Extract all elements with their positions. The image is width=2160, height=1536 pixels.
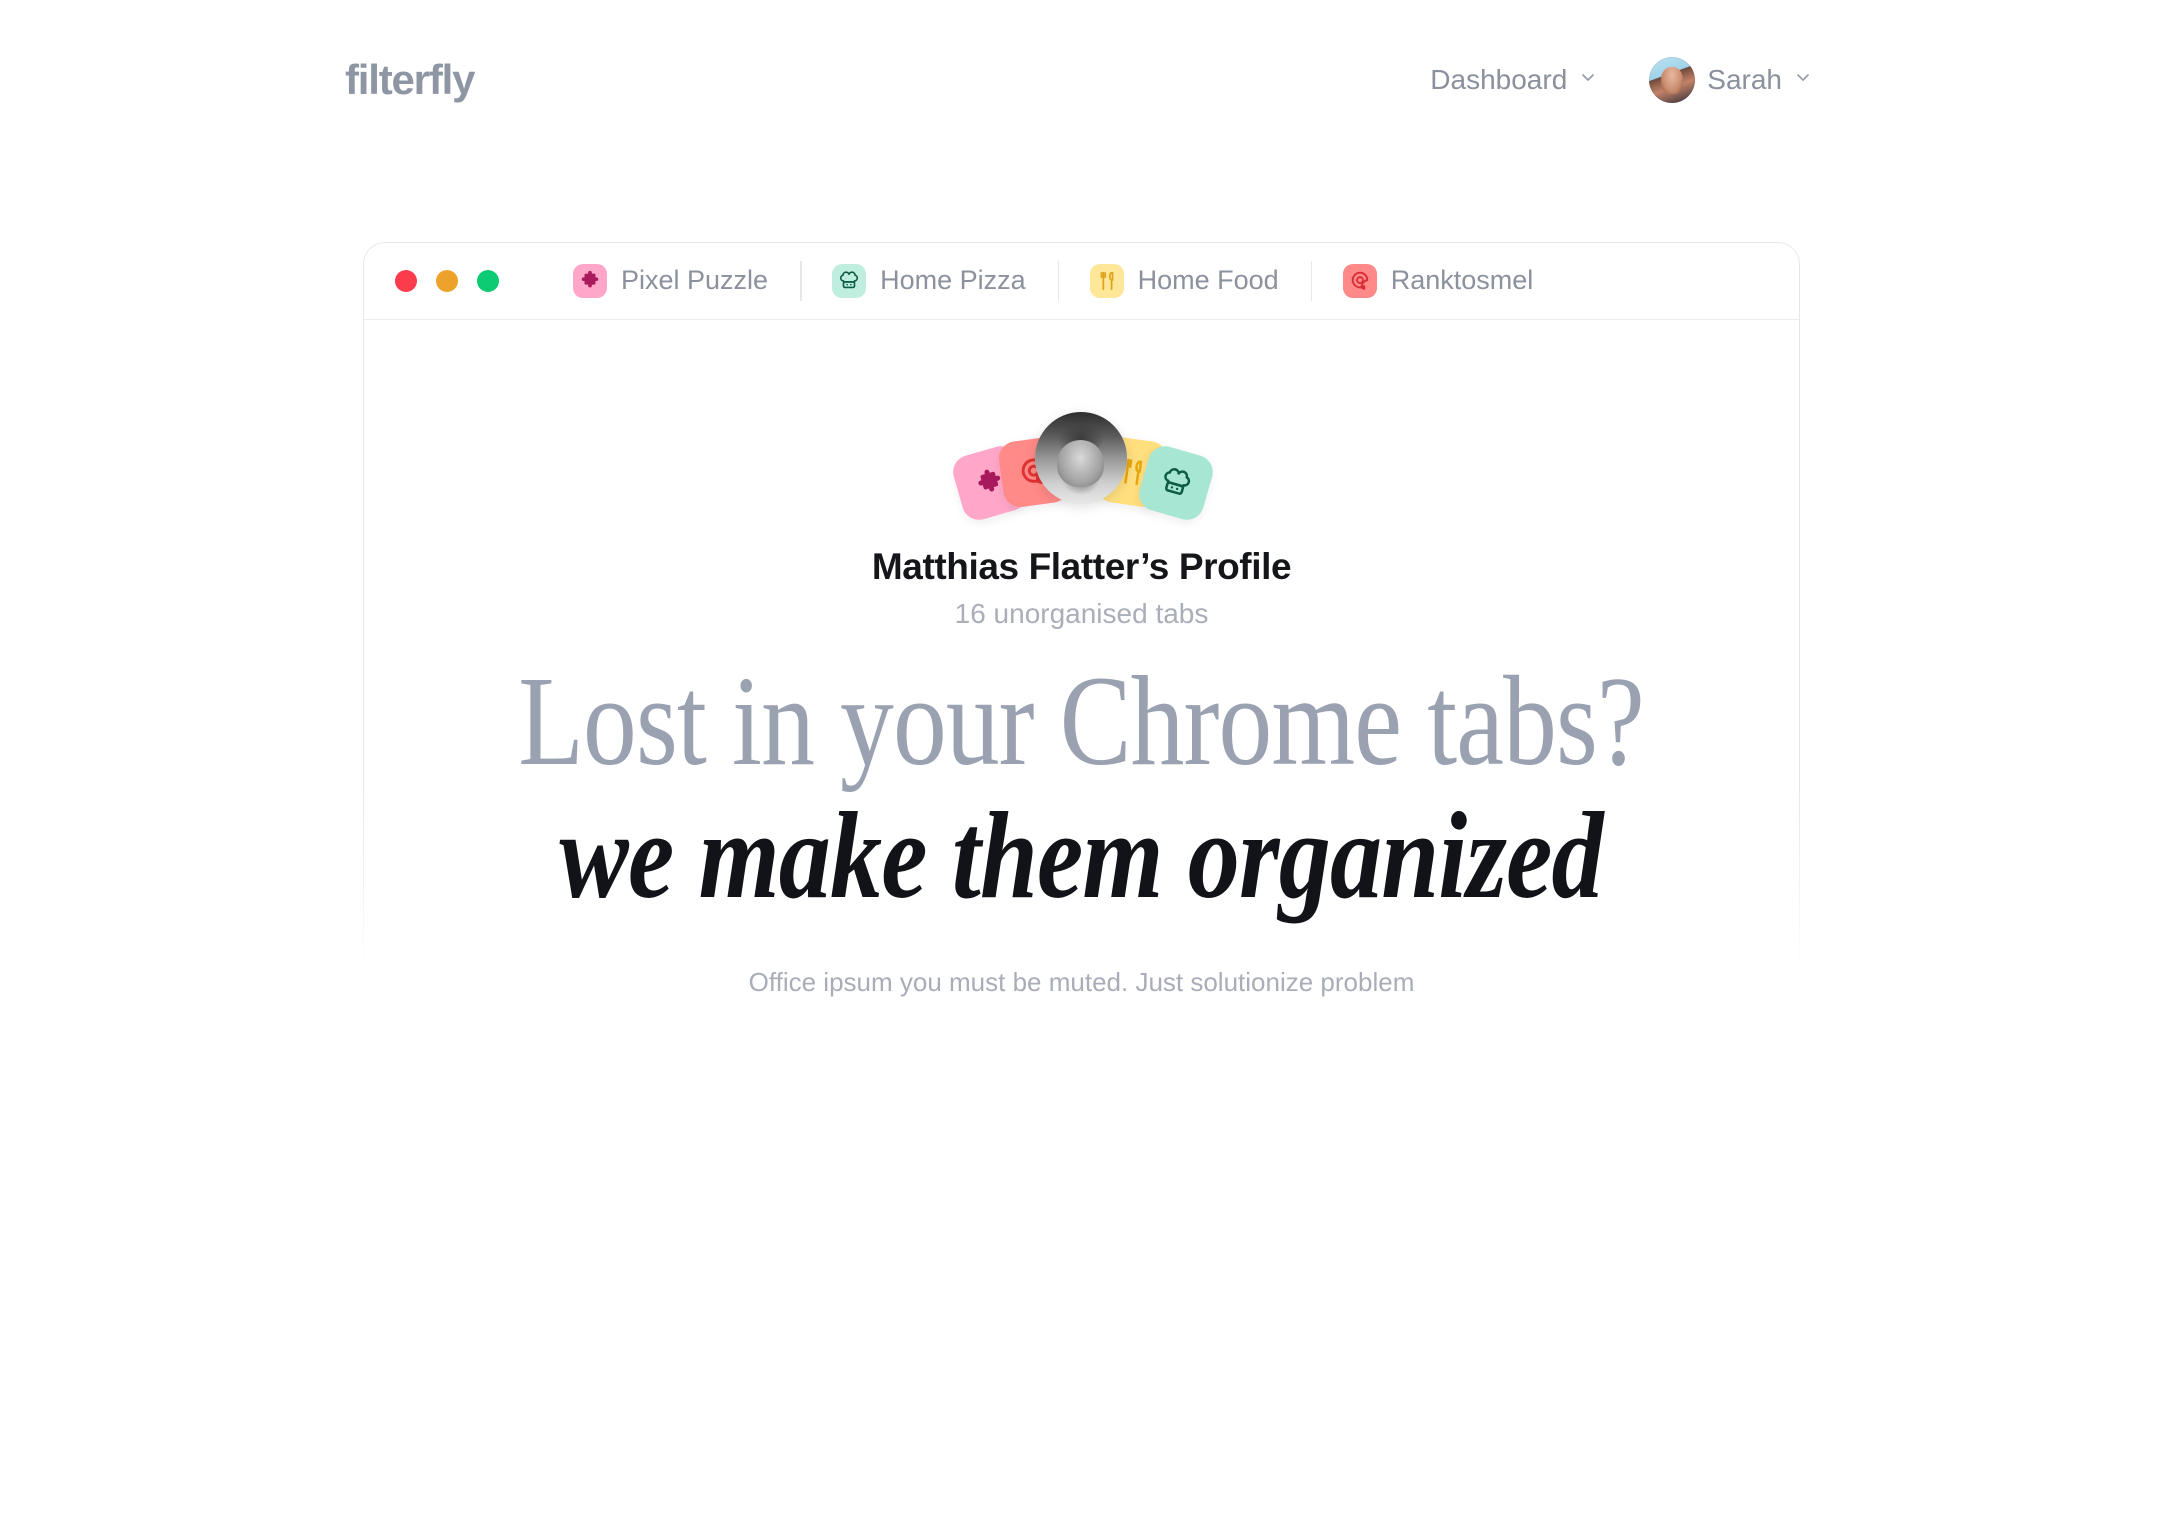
profile-subtitle: 16 unorganised tabs [954,598,1209,629]
profile-name: Matthias Flatter’s Profile [871,546,1292,587]
browser-tab-bar: Pixel Puzzle Home Pizza Home Food Rankto… [363,242,1800,320]
close-icon[interactable] [395,269,417,292]
chevron-down-icon [1579,68,1597,86]
browser-tab-home-food[interactable]: Home Food [1057,257,1311,305]
utensils-icon [1089,263,1124,298]
profile-icon-cluster [948,412,1217,524]
hero-section: Matthias Flatter’s Profile 16 unorganise… [363,320,1800,1002]
headline-line-1: Lost in your Chrome tabs? [518,650,1646,792]
maximize-icon[interactable] [477,269,499,292]
map-pin-icon [1342,263,1377,298]
browser-tab-pixel-puzzle[interactable]: Pixel Puzzle [541,257,800,305]
headline-line-2: we make them organized [559,786,1604,924]
window-controls [395,269,499,292]
browser-tab-home-pizza[interactable]: Home Pizza [800,257,1058,305]
chevron-down-icon [1794,68,1812,86]
browser-tab-ranktosmel[interactable]: Ranktosmel [1310,257,1566,305]
hero-paragraph: Office ipsum you must be muted. Just sol… [748,967,1415,998]
nav-right-group: Dashboard Sarah [1430,57,1812,103]
browser-tab-label: Home Food [1137,265,1279,295]
chef-hat-icon [832,263,867,298]
puzzle-icon [573,263,607,298]
nav-user-label: Sarah [1707,64,1782,95]
top-navigation-bar: filterfly Dashboard Sarah [0,0,2160,160]
nav-user-menu[interactable]: Sarah [1649,57,1812,103]
brand-logo[interactable]: filterfly [345,56,475,104]
avatar [1649,57,1696,103]
browser-tab-label: Home Pizza [880,265,1026,295]
nav-dashboard-label: Dashboard [1430,64,1568,95]
browser-tab-label: Ranktosmel [1390,265,1534,295]
browser-window-mockup: Pixel Puzzle Home Pizza Home Food Rankto… [363,242,1800,1002]
nav-dashboard-menu[interactable]: Dashboard [1430,64,1597,96]
minimize-icon[interactable] [436,269,458,292]
browser-tab-label: Pixel Puzzle [621,265,769,295]
profile-photo [1034,412,1127,504]
